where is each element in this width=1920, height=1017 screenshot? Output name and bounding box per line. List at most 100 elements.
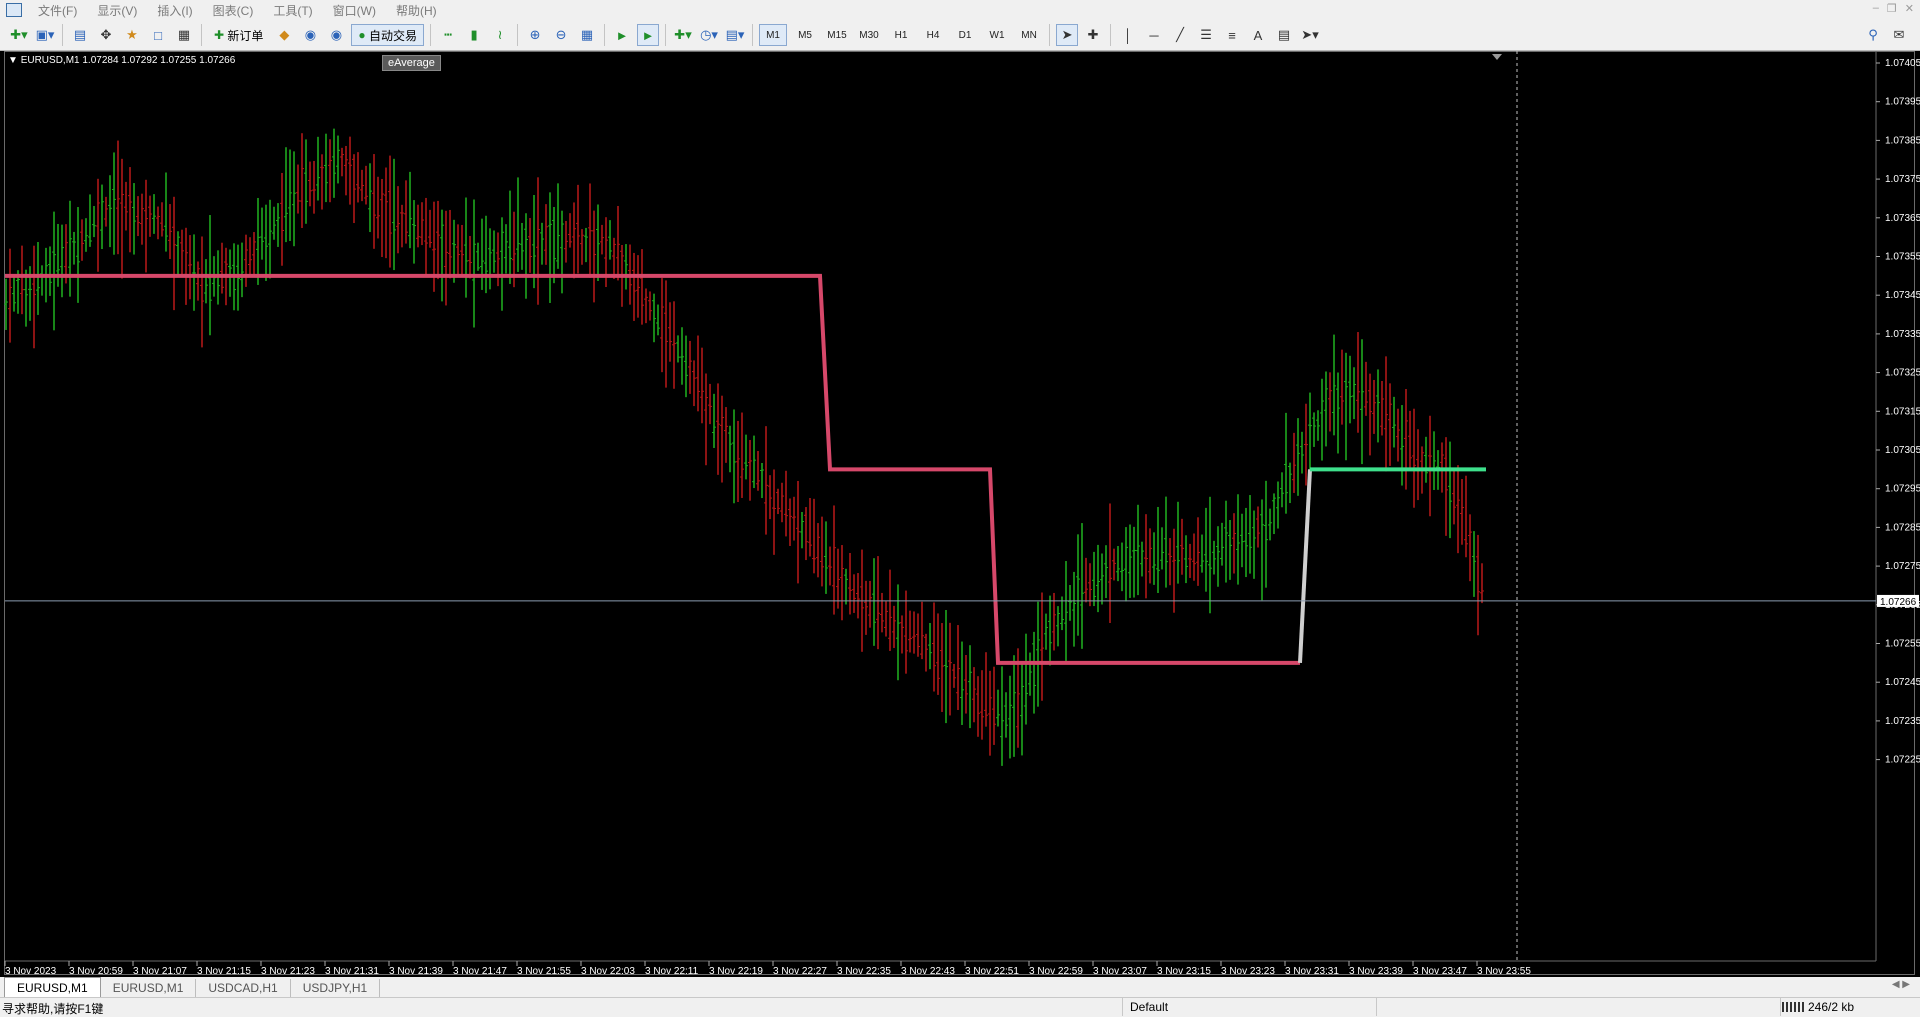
menu-tools[interactable]: 工具(T)	[263, 2, 322, 19]
tab-eurusd-m1-2[interactable]: EURUSD,M1	[101, 979, 197, 997]
new-order-icon: ✚	[214, 28, 228, 42]
price-axis-label: 1.07325	[1885, 368, 1920, 379]
app-icon[interactable]	[6, 3, 22, 17]
toolbar-separator	[1110, 24, 1112, 46]
menu-charts[interactable]: 图表(C)	[203, 2, 264, 19]
tab-scroll-arrows[interactable]: ◀ ▶	[1892, 979, 1910, 990]
indicators-icon[interactable]: ✚▾	[672, 24, 694, 46]
toolbar-separator	[201, 24, 202, 46]
timeframe-d1[interactable]: D1	[951, 24, 979, 46]
time-axis-label: 3 Nov 22:03	[581, 966, 635, 977]
timeframe-m30[interactable]: M30	[855, 24, 883, 46]
metaeditor-icon[interactable]: ◆	[273, 24, 295, 46]
chart-shift-icon[interactable]: ►	[637, 24, 660, 46]
time-axis-label: 3 Nov 23:31	[1285, 966, 1339, 977]
menu-help[interactable]: 帮助(H)	[386, 2, 447, 19]
equidistant-channel-icon[interactable]: ☰	[1195, 24, 1217, 46]
text-icon[interactable]: A	[1247, 24, 1269, 46]
price-chart[interactable]: 1.07405 1.07395 1.07385 1.07375 1.07365 1.073…	[0, 51, 1920, 977]
chat-icon[interactable]: ✉	[1888, 24, 1910, 46]
status-separator	[1122, 998, 1123, 1016]
price-axis-label: 1.07395	[1885, 97, 1920, 108]
crosshair-icon[interactable]: ✚	[1082, 24, 1104, 46]
toolbar: ✚▾ ▣▾ ▤ ✥ ★ □ ▦ ✚ 新订单 ◆ ◉ ◉ ● 自动交易 ┅ ▮ ≀…	[0, 20, 1920, 51]
time-axis-label: 3 Nov 2023	[5, 966, 57, 977]
profiles-icon[interactable]: ▣▾	[34, 24, 56, 46]
signals-icon[interactable]: ◉	[299, 24, 321, 46]
new-order-button[interactable]: ✚ 新订单	[208, 24, 269, 46]
time-axis-label: 3 Nov 22:19	[709, 966, 763, 977]
timeframe-m5[interactable]: M5	[791, 24, 819, 46]
timeframe-h1[interactable]: H1	[887, 24, 915, 46]
tile-windows-icon[interactable]: ▦	[576, 24, 598, 46]
fibonacci-icon[interactable]: ≡	[1221, 24, 1243, 46]
vertical-line-icon[interactable]: │	[1117, 24, 1139, 46]
toolbar-separator	[752, 24, 754, 46]
time-axis-label: 3 Nov 23:23	[1221, 966, 1275, 977]
price-axis-label: 1.07335	[1885, 329, 1920, 340]
bar-chart-icon[interactable]: ┅	[437, 24, 459, 46]
chart-window[interactable]: 1.07405 1.07395 1.07385 1.07375 1.07365 1.073…	[0, 51, 1920, 977]
auto-scroll-icon[interactable]: ►	[611, 24, 633, 46]
tab-usdcad-h1[interactable]: USDCAD,H1	[196, 979, 291, 997]
new-order-label: 新订单	[227, 28, 264, 43]
trendline-icon[interactable]: ╱	[1169, 24, 1191, 46]
price-axis-label: 1.07245	[1885, 677, 1920, 688]
candlestick-icon[interactable]: ▮	[463, 24, 485, 46]
favorites-icon[interactable]: ★	[121, 24, 143, 46]
toolbar-separator	[62, 24, 63, 46]
market-watch-icon[interactable]: ▤	[69, 24, 91, 46]
menu-window[interactable]: 窗口(W)	[323, 2, 386, 19]
zoom-in-icon[interactable]: ⊕	[524, 24, 546, 46]
time-axis-label: 3 Nov 21:07	[133, 966, 187, 977]
time-axis-label: 3 Nov 23:07	[1093, 966, 1147, 977]
market-icon[interactable]: ◉	[325, 24, 347, 46]
tester-icon[interactable]: ▦	[173, 24, 195, 46]
periods-icon[interactable]: ◷▾	[698, 24, 720, 46]
menu-bar: 文件(F) 显示(V) 插入(I) 图表(C) 工具(T) 窗口(W) 帮助(H…	[0, 0, 1920, 20]
horizontal-line-icon[interactable]: ─	[1143, 24, 1165, 46]
menu-insert[interactable]: 插入(I)	[147, 2, 202, 19]
symbol-info-text: EURUSD,M1 1.07284 1.07292 1.07255 1.0726…	[20, 55, 236, 66]
search-icon[interactable]: ⚲	[1862, 24, 1884, 46]
new-chart-icon[interactable]: ✚▾	[8, 24, 30, 46]
timeframe-h4[interactable]: H4	[919, 24, 947, 46]
timeframe-mn[interactable]: MN	[1015, 24, 1043, 46]
toolbar-separator	[665, 24, 667, 46]
time-axis-label: 3 Nov 21:15	[197, 966, 251, 977]
timeframe-w1[interactable]: W1	[983, 24, 1011, 46]
price-axis-label: 1.07275	[1885, 561, 1920, 572]
price-axis-label: 1.07405	[1885, 58, 1920, 69]
auto-trading-button[interactable]: ● 自动交易	[351, 24, 425, 46]
time-axis-label: 3 Nov 21:47	[453, 966, 507, 977]
chart-shift-marker	[1492, 54, 1502, 60]
menu-view[interactable]: 显示(V)	[87, 2, 147, 19]
menu-file[interactable]: 文件(F)	[28, 2, 87, 19]
price-axis-label: 1.07295	[1885, 484, 1920, 495]
price-axis-label: 1.07345	[1885, 290, 1920, 301]
arrows-icon[interactable]: ➤▾	[1299, 24, 1321, 46]
navigator-icon[interactable]: ✥	[95, 24, 117, 46]
time-axis-label: 3 Nov 20:59	[69, 966, 123, 977]
current-price-label: 1.07266	[1880, 597, 1917, 608]
line-chart-icon[interactable]: ≀	[489, 24, 511, 46]
close-icon[interactable]: ✕	[1905, 2, 1914, 15]
time-axis-label: 3 Nov 22:35	[837, 966, 891, 977]
price-axis-label: 1.07255	[1885, 639, 1920, 650]
restore-icon[interactable]: ❐	[1887, 2, 1897, 15]
tab-eurusd-m1[interactable]: EURUSD,M1	[4, 977, 101, 997]
timeframe-m1[interactable]: M1	[759, 24, 788, 46]
status-separator	[1376, 998, 1377, 1016]
time-axis-label: 3 Nov 22:43	[901, 966, 955, 977]
time-axis-label: 3 Nov 22:27	[773, 966, 827, 977]
zoom-out-icon[interactable]: ⊖	[550, 24, 572, 46]
text-label-icon[interactable]: ▤	[1273, 24, 1295, 46]
tab-usdjpy-h1[interactable]: USDJPY,H1	[291, 979, 381, 997]
timeframe-m15[interactable]: M15	[823, 24, 851, 46]
terminal-icon[interactable]: □	[147, 24, 169, 46]
cursor-icon[interactable]: ➤	[1056, 24, 1079, 46]
templates-icon[interactable]: ▤▾	[724, 24, 746, 46]
toolbar-separator	[604, 24, 606, 46]
average-line-transition	[1298, 469, 1312, 663]
minimize-icon[interactable]: –	[1873, 2, 1879, 15]
